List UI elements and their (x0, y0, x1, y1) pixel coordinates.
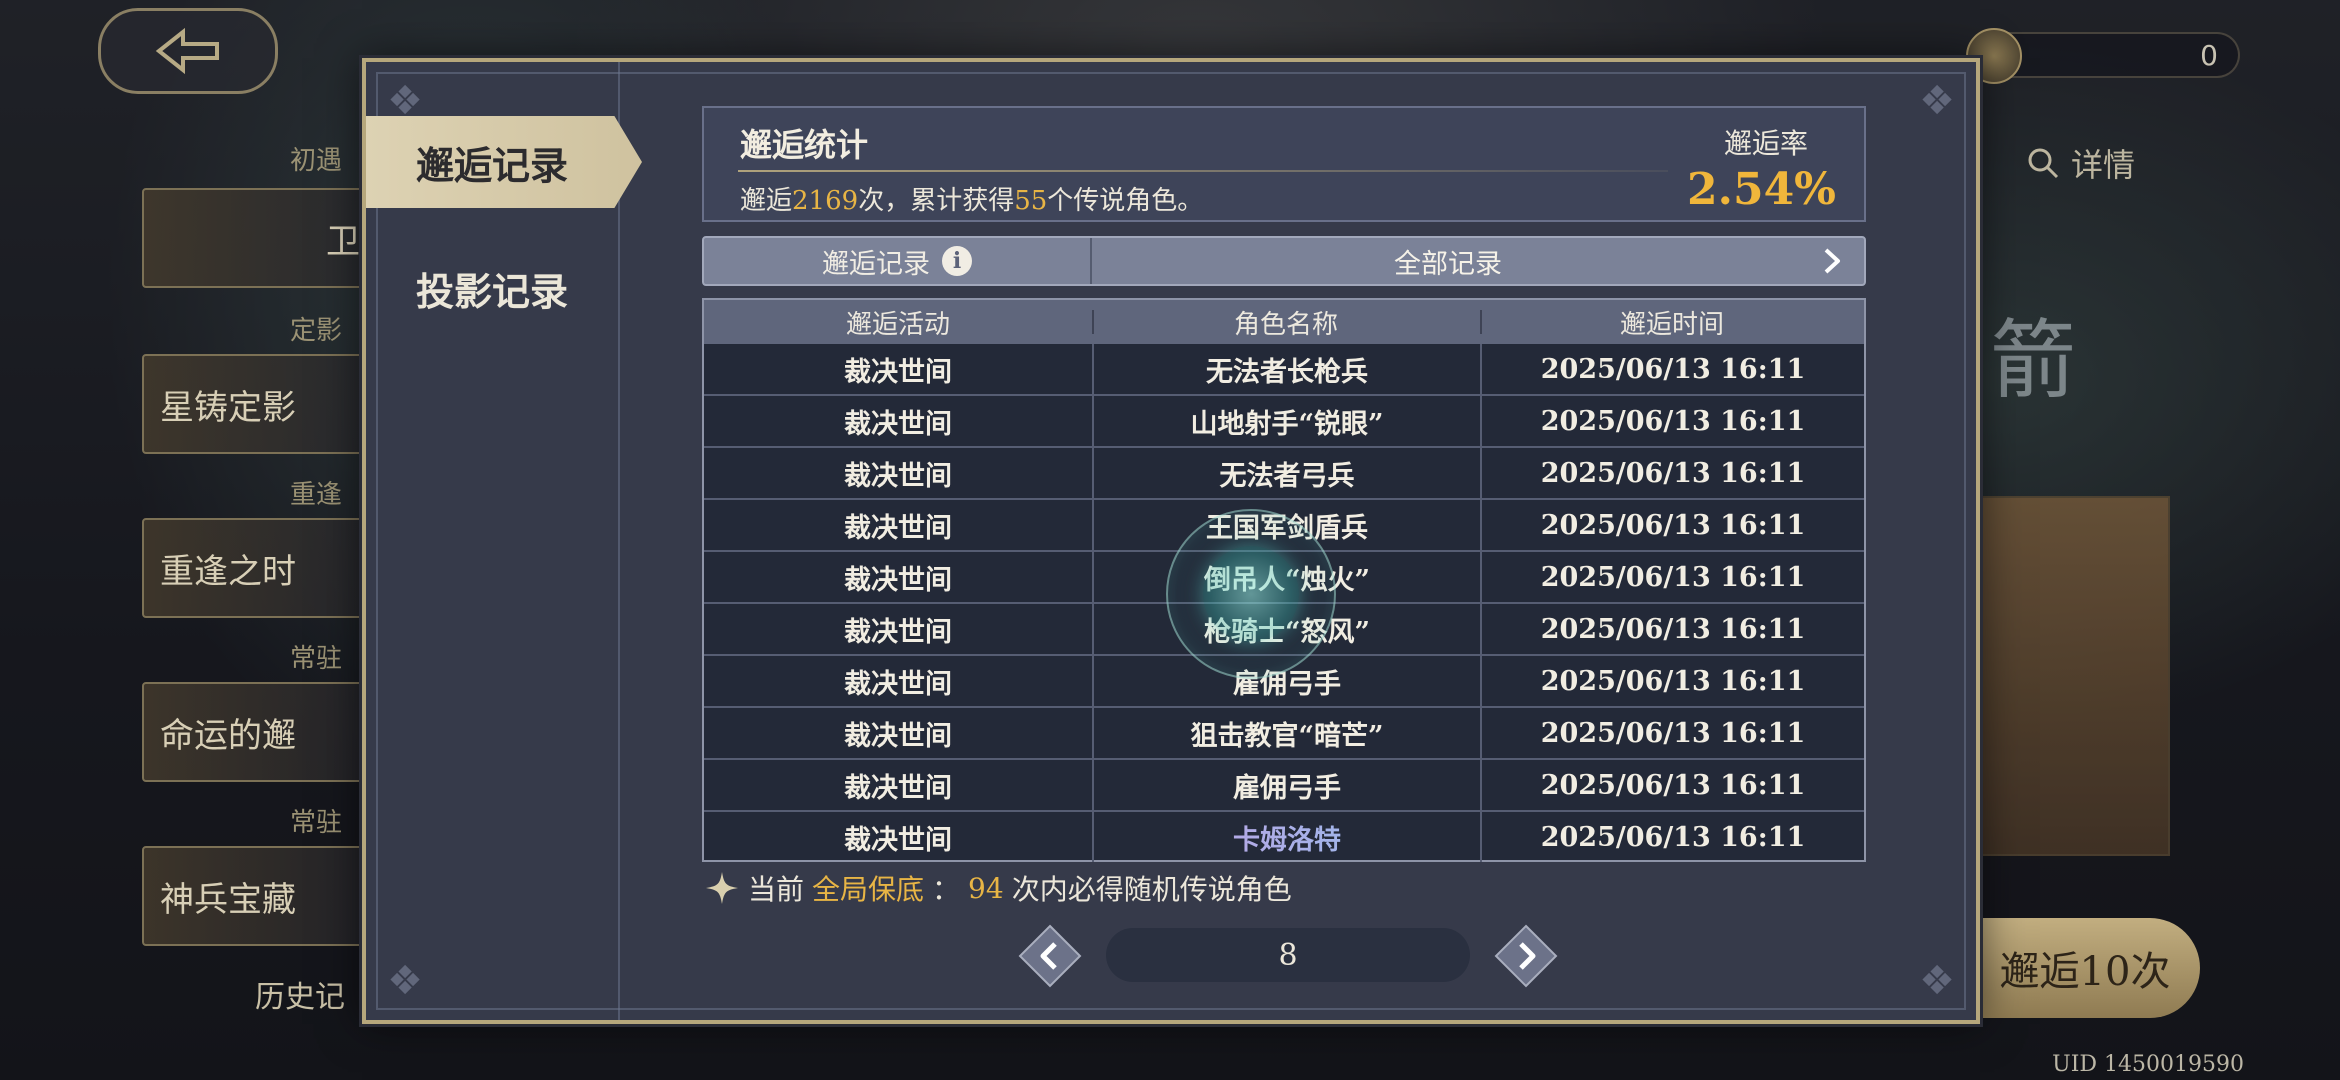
banner-name: 卫 (326, 221, 360, 262)
event-cell: 裁决世间 (844, 408, 952, 440)
header-time: 邂逅时间 (1480, 300, 1864, 344)
event-cell: 裁决世间 (844, 512, 952, 544)
pity-suffix: 次内必得随机传说角色 (1011, 873, 1292, 906)
table-row: 裁决世间 卡姆洛特 2025/06/13 16:11 (704, 810, 1864, 862)
filter-value[interactable]: 全部记录 (1092, 238, 1804, 284)
event-cell: 裁决世间 (844, 356, 952, 388)
pity-highlight: 全局保底 (812, 873, 925, 906)
ten-pull-button[interactable]: 邂逅10次 (1970, 918, 2200, 1018)
banner-tag: 常驻 (289, 808, 342, 838)
sparkle-icon (706, 872, 738, 904)
time-cell: 2025/06/13 16:11 (1480, 812, 1864, 862)
filter-label-text: 邂逅记录 (822, 248, 930, 280)
event-cell: 裁决世间 (844, 772, 952, 804)
tab-projection-record[interactable]: 投影记录 (366, 242, 642, 334)
event-cell: 裁决世间 (844, 564, 952, 596)
event-cell: 裁决世间 (844, 668, 952, 700)
banner-card[interactable]: 重逢之时 (142, 518, 372, 618)
character-name-cell: 无法者弓兵 (1092, 448, 1480, 498)
table-header: 邂逅活动 角色名称 邂逅时间 (704, 300, 1864, 344)
time-cell: 2025/06/13 16:11 (1480, 344, 1864, 394)
pull-count: 2169 (792, 186, 859, 216)
character-name-cell: 狙击教官“暗芒” (1092, 708, 1480, 758)
character-name-cell: 卡姆洛特 (1092, 812, 1480, 862)
time-cell: 2025/06/13 16:11 (1480, 396, 1864, 446)
rate-label: 邂逅率 (1723, 127, 1808, 160)
banner-tag: 常驻 (289, 644, 342, 674)
summary-divider (738, 170, 1668, 172)
event-cell: 裁决世间 (844, 824, 952, 856)
corner-ornament-icon: ❖ (1919, 958, 1955, 1004)
uid-label: UID 1450019590 (2052, 1052, 2244, 1077)
event-cell: 裁决世间 (844, 616, 952, 648)
pity-info: 当前 全局保底： 94 次内必得随机传说角色 (704, 868, 1292, 908)
table-row: 裁决世间 无法者长枪兵 2025/06/13 16:11 (704, 344, 1864, 394)
currency-display: 0 (1966, 28, 2240, 84)
banner-art (1980, 496, 2170, 856)
banner-tag: 重逢 (289, 480, 342, 510)
legend-count: 55 (1014, 186, 1048, 216)
banner-name: 命运的邂 (160, 715, 296, 756)
tab-column: 邂逅记录 投影记录 (366, 62, 642, 1020)
event-cell: 裁决世间 (844, 460, 952, 492)
summary-text: 邂逅2169次，累计获得55个传说角色。 (740, 180, 1203, 217)
time-cell: 2025/06/13 16:11 (1480, 760, 1864, 810)
header-event: 邂逅活动 (845, 309, 950, 340)
pity-count: 94 (968, 871, 1004, 905)
banner-card[interactable]: 神兵宝藏 (142, 846, 372, 946)
touch-indicator (1166, 509, 1336, 679)
currency-amount: 0 (2200, 38, 2218, 72)
tab-encounter-record[interactable]: 邂逅记录 (366, 116, 642, 208)
summary-mid: 次，累计获得 (858, 186, 1015, 216)
table-row: 裁决世间 无法者弓兵 2025/06/13 16:11 (704, 446, 1864, 498)
summary-prefix: 邂逅 (740, 186, 793, 216)
filter-label: 邂逅记录 i (704, 238, 1092, 284)
previous-page-button[interactable] (1018, 924, 1082, 988)
details-label: 详情 (2071, 146, 2136, 184)
time-cell: 2025/06/13 16:11 (1480, 500, 1864, 550)
encounter-summary: 邂逅统计 邂逅2169次，累计获得55个传说角色。 邂逅率 2.54% (702, 106, 1866, 222)
chevron-right-icon[interactable] (1816, 245, 1848, 277)
summary-title: 邂逅统计 (740, 126, 869, 164)
back-arrow-icon (155, 27, 219, 75)
time-cell: 2025/06/13 16:11 (1480, 656, 1864, 706)
banner-tag: 定影 (289, 316, 342, 346)
record-filter[interactable]: 邂逅记录 i 全部记录 (702, 236, 1866, 286)
banner-card[interactable]: 命运的邂 (142, 682, 372, 782)
table-row: 裁决世间 山地射手“锐眼” 2025/06/13 16:11 (704, 394, 1864, 446)
event-cell: 裁决世间 (844, 720, 952, 752)
pity-colon: ： (932, 873, 961, 906)
character-name-cell: 无法者长枪兵 (1092, 344, 1480, 394)
table-row: 裁决世间 狙击教官“暗芒” 2025/06/13 16:11 (704, 706, 1864, 758)
info-icon[interactable]: i (942, 246, 972, 276)
banner-card[interactable]: 卫 (142, 188, 372, 288)
banner-name: 星铸定影 (160, 387, 296, 428)
banner-art-title: 箭 (1990, 311, 2076, 411)
page-number: 8 (1106, 928, 1470, 982)
header-character: 角色名称 (1092, 300, 1480, 344)
tab-label: 邂逅记录 (415, 142, 568, 188)
corner-ornament-icon: ❖ (1919, 78, 1955, 124)
encounter-record-modal: ❖ ❖ ❖ ❖ 邂逅记录 投影记录 邂逅统计 邂逅2169次，累计获得55个传说… (362, 58, 1980, 1024)
pity-prefix: 当前 (748, 873, 805, 906)
summary-suffix: 个传说角色。 (1047, 186, 1204, 216)
details-button[interactable]: 详情 (2025, 140, 2135, 186)
time-cell: 2025/06/13 16:11 (1480, 604, 1864, 654)
next-page-button[interactable] (1494, 924, 1558, 988)
history-link[interactable]: 历史记 (255, 972, 345, 1016)
back-button[interactable] (98, 8, 278, 94)
banner-name: 重逢之时 (160, 551, 296, 592)
table-row: 裁决世间 雇佣弓手 2025/06/13 16:11 (704, 758, 1864, 810)
tab-label: 投影记录 (415, 268, 568, 314)
character-name-cell: 山地射手“锐眼” (1092, 396, 1480, 446)
time-cell: 2025/06/13 16:11 (1480, 708, 1864, 758)
banner-name: 神兵宝藏 (160, 879, 296, 920)
time-cell: 2025/06/13 16:11 (1480, 552, 1864, 602)
magnifier-icon (2028, 148, 2059, 179)
banner-tag: 初遇 (289, 146, 342, 176)
character-name-cell: 雇佣弓手 (1092, 760, 1480, 810)
rate-value: 2.54% (1687, 164, 1836, 215)
banner-card[interactable]: 星铸定影 (142, 354, 372, 454)
time-cell: 2025/06/13 16:11 (1480, 448, 1864, 498)
